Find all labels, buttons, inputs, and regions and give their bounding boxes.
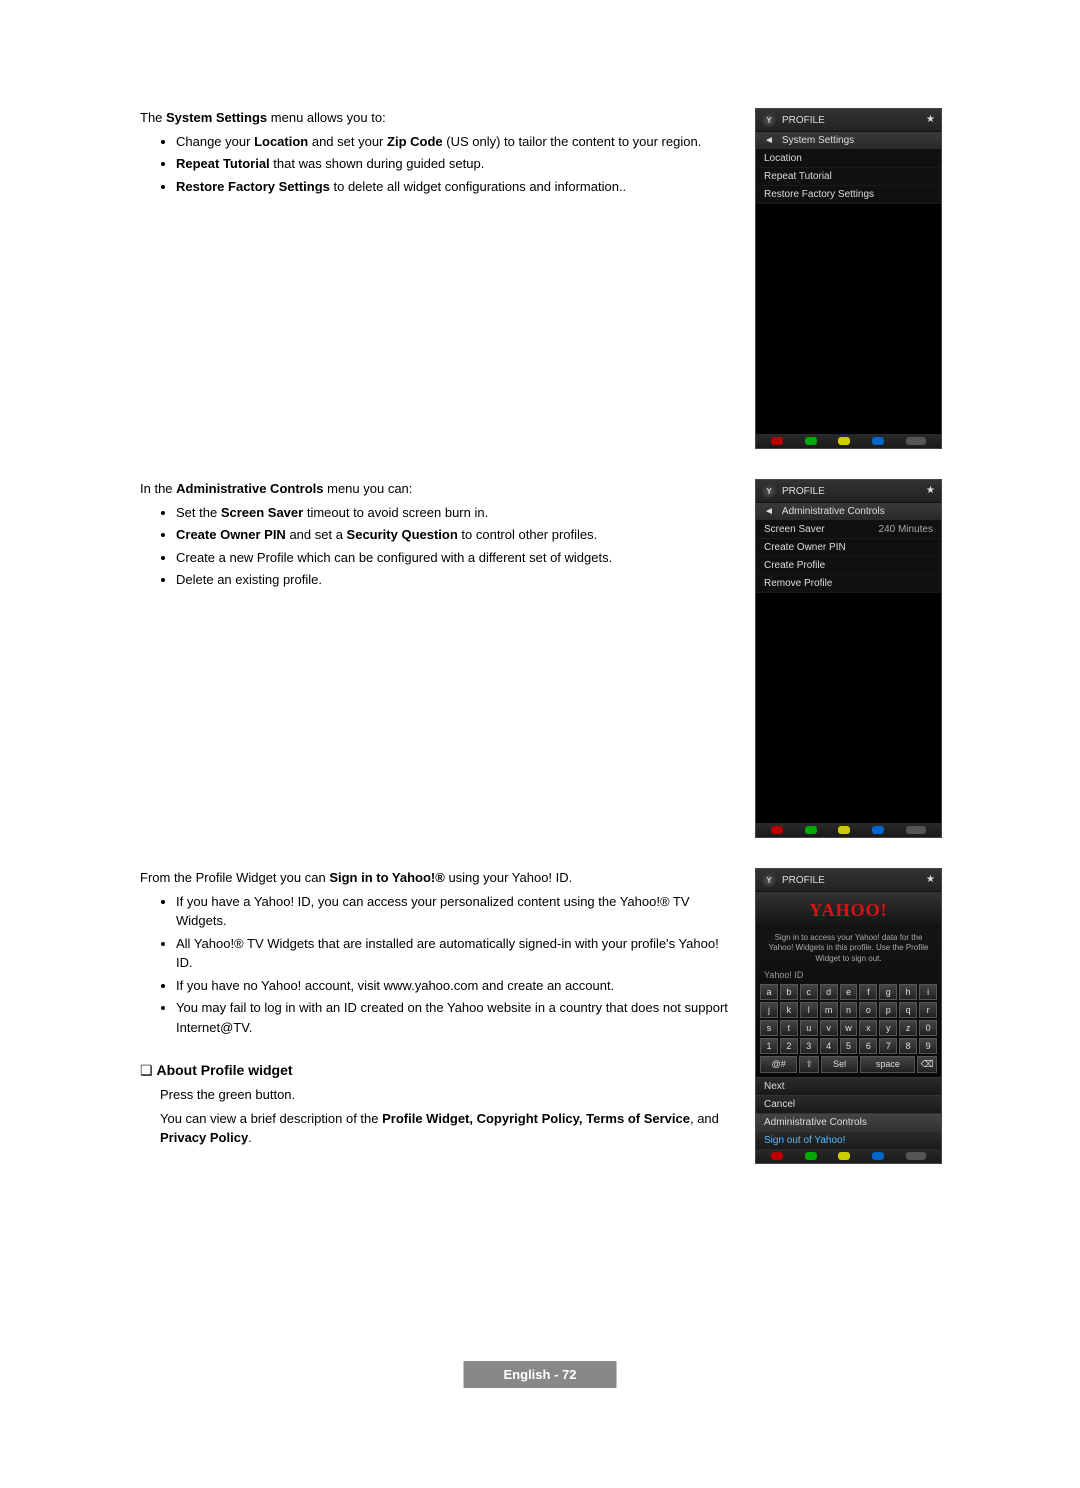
key-space[interactable]: space	[860, 1056, 915, 1073]
widget-footer	[756, 823, 941, 837]
key-symbols[interactable]: @#	[760, 1056, 797, 1073]
key[interactable]: u	[800, 1020, 818, 1036]
key[interactable]: q	[899, 1002, 917, 1018]
key[interactable]: f	[859, 984, 877, 1000]
key[interactable]: l	[800, 1002, 818, 1018]
green-button-icon[interactable]	[805, 1152, 817, 1160]
widget-title-bar: YPROFILE★	[756, 869, 941, 892]
key-select[interactable]: Sel	[821, 1056, 858, 1073]
yahoo-eye-icon: Y	[762, 484, 776, 498]
admin-controls-row[interactable]: Administrative Controls	[756, 1113, 941, 1131]
green-button-icon[interactable]	[805, 437, 817, 445]
key[interactable]: h	[899, 984, 917, 1000]
signin-widget: YPROFILE★ YAHOO! Sign in to access your …	[755, 868, 942, 1164]
next-button[interactable]: Next	[756, 1077, 941, 1095]
grey-button-icon[interactable]	[906, 826, 926, 834]
blue-button-icon[interactable]	[872, 437, 884, 445]
key[interactable]: n	[840, 1002, 858, 1018]
key[interactable]: t	[780, 1020, 798, 1036]
grey-button-icon[interactable]	[906, 1152, 926, 1160]
menu-item-create-profile[interactable]: Create Profile	[756, 557, 941, 575]
key[interactable]: k	[780, 1002, 798, 1018]
red-button-icon[interactable]	[771, 1152, 783, 1160]
key[interactable]: i	[919, 984, 937, 1000]
yahoo-eye-icon: Y	[762, 873, 776, 887]
on-screen-keyboard[interactable]: abcdefghi jklmnopqr stuvwxyz0 123456789 …	[756, 982, 941, 1077]
yahoo-eye-icon: Y	[762, 113, 776, 127]
key[interactable]: 6	[859, 1038, 877, 1054]
widget-footer	[756, 1149, 941, 1163]
star-icon: ★	[926, 874, 935, 885]
blue-button-icon[interactable]	[872, 826, 884, 834]
star-icon: ★	[926, 114, 935, 125]
key[interactable]: 0	[919, 1020, 937, 1036]
back-arrow-icon[interactable]: ◄	[764, 506, 774, 517]
key[interactable]: j	[760, 1002, 778, 1018]
yahoo-logo: YAHOO!	[756, 892, 941, 929]
menu-item-repeat-tutorial[interactable]: Repeat Tutorial	[756, 168, 941, 186]
grey-button-icon[interactable]	[906, 437, 926, 445]
widget-title-bar: YPROFILE★	[756, 109, 941, 132]
cancel-button[interactable]: Cancel	[756, 1095, 941, 1113]
star-icon: ★	[926, 485, 935, 496]
key[interactable]: o	[859, 1002, 877, 1018]
page-footer: English - 72	[464, 1361, 617, 1388]
key[interactable]: 3	[800, 1038, 818, 1054]
key[interactable]: 9	[919, 1038, 937, 1054]
key[interactable]: 1	[760, 1038, 778, 1054]
key[interactable]: p	[879, 1002, 897, 1018]
yellow-button-icon[interactable]	[838, 1152, 850, 1160]
key[interactable]: v	[820, 1020, 838, 1036]
key[interactable]: x	[859, 1020, 877, 1036]
key-backspace[interactable]: ⌫	[917, 1056, 937, 1073]
sign-out-row[interactable]: Sign out of Yahoo!	[756, 1131, 941, 1149]
system-settings-text: The System Settings menu allows you to: …	[140, 108, 735, 449]
key[interactable]: w	[840, 1020, 858, 1036]
red-button-icon[interactable]	[771, 826, 783, 834]
green-button-icon[interactable]	[805, 826, 817, 834]
key[interactable]: b	[780, 984, 798, 1000]
back-arrow-icon[interactable]: ◄	[764, 135, 774, 146]
key[interactable]: 4	[820, 1038, 838, 1054]
about-profile-heading: About Profile widget	[140, 1062, 735, 1079]
key[interactable]: g	[879, 984, 897, 1000]
key[interactable]: e	[840, 984, 858, 1000]
menu-item-create-pin[interactable]: Create Owner PIN	[756, 539, 941, 557]
key[interactable]: y	[879, 1020, 897, 1036]
yellow-button-icon[interactable]	[838, 437, 850, 445]
key[interactable]: r	[919, 1002, 937, 1018]
widget-footer	[756, 434, 941, 448]
key[interactable]: c	[800, 984, 818, 1000]
signin-instructions: Sign in to access your Yahoo! data for t…	[756, 929, 941, 968]
signin-yahoo-text: From the Profile Widget you can Sign in …	[140, 868, 735, 1164]
key[interactable]: s	[760, 1020, 778, 1036]
yahoo-id-label: Yahoo! ID	[756, 968, 941, 982]
menu-item-screen-saver[interactable]: Screen Saver240 Minutes	[756, 521, 941, 539]
widget-subtitle[interactable]: ◄Administrative Controls	[756, 503, 941, 521]
key-shift[interactable]: ⇧	[799, 1056, 819, 1073]
admin-controls-widget: YPROFILE★ ◄Administrative Controls Scree…	[755, 479, 942, 838]
menu-item-location[interactable]: Location	[756, 150, 941, 168]
blue-button-icon[interactable]	[872, 1152, 884, 1160]
key[interactable]: d	[820, 984, 838, 1000]
red-button-icon[interactable]	[771, 437, 783, 445]
key[interactable]: a	[760, 984, 778, 1000]
yellow-button-icon[interactable]	[838, 826, 850, 834]
key[interactable]: 8	[899, 1038, 917, 1054]
widget-subtitle[interactable]: ◄System Settings	[756, 132, 941, 150]
key[interactable]: 7	[879, 1038, 897, 1054]
key[interactable]: 5	[840, 1038, 858, 1054]
menu-item-remove-profile[interactable]: Remove Profile	[756, 575, 941, 593]
menu-item-restore-factory[interactable]: Restore Factory Settings	[756, 186, 941, 204]
key[interactable]: 2	[780, 1038, 798, 1054]
admin-controls-text: In the Administrative Controls menu you …	[140, 479, 735, 838]
key[interactable]: z	[899, 1020, 917, 1036]
system-settings-widget: YPROFILE★ ◄System Settings Location Repe…	[755, 108, 942, 449]
key[interactable]: m	[820, 1002, 838, 1018]
widget-title-bar: YPROFILE★	[756, 480, 941, 503]
